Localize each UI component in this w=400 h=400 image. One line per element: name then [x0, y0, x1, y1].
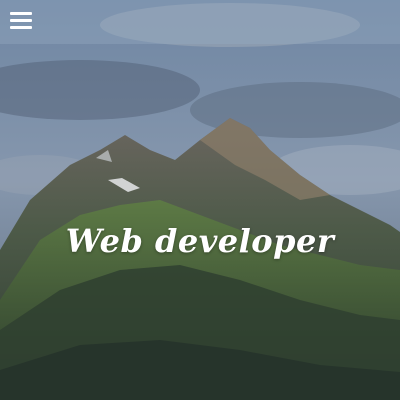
top-navbar [0, 0, 400, 44]
mountain-background-image [0, 0, 400, 400]
menu-bar-top [10, 12, 32, 15]
hero-section: Web developer [0, 0, 400, 400]
hero-headline: Web developer [65, 222, 335, 260]
menu-bar-bottom [10, 26, 32, 29]
hamburger-menu-icon[interactable] [10, 12, 34, 32]
menu-bar-middle [10, 19, 32, 22]
